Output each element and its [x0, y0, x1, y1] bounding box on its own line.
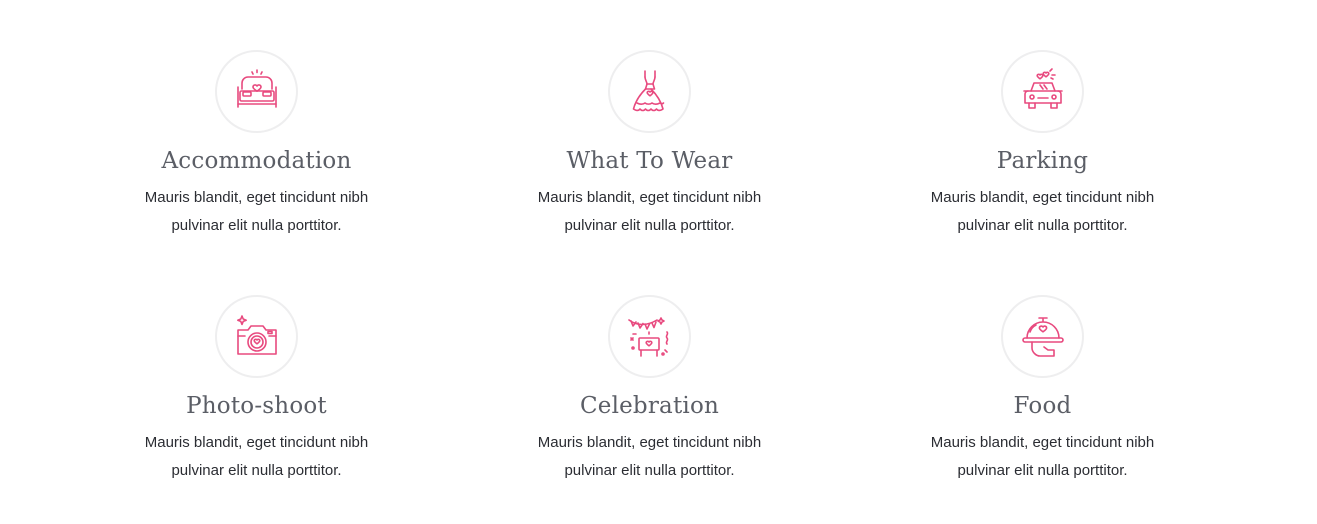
icon-circle: [1001, 50, 1084, 133]
icon-circle: [608, 50, 691, 133]
feature-description: Mauris blandit, eget tincidunt nibh pulv…: [930, 434, 1155, 479]
car-icon: [1022, 67, 1063, 109]
feature-card-photo-shoot: Photo-shoot Mauris blandit, eget tincidu…: [60, 295, 453, 495]
feature-card-food: Food Mauris blandit, eget tincidunt nibh…: [846, 295, 1239, 495]
feature-card-what-to-wear: What To Wear Mauris blandit, eget tincid…: [453, 50, 846, 295]
feature-title: What To Wear: [566, 148, 733, 174]
feature-title: Photo-shoot: [186, 393, 327, 419]
feature-title: Accommodation: [161, 148, 352, 174]
icon-circle: [1001, 295, 1084, 378]
icon-circle: [215, 50, 298, 133]
food-cloche-icon: [1021, 316, 1064, 357]
feature-card-accommodation: Accommodation Mauris blandit, eget tinci…: [60, 50, 453, 295]
feature-card-celebration: Celebration Mauris blandit, eget tincidu…: [453, 295, 846, 495]
features-grid: Accommodation Mauris blandit, eget tinci…: [60, 50, 1241, 495]
celebration-icon: [627, 316, 668, 357]
feature-title: Parking: [996, 148, 1089, 174]
dress-icon: [632, 69, 664, 111]
feature-description: Mauris blandit, eget tincidunt nibh pulv…: [144, 434, 369, 479]
feature-description: Mauris blandit, eget tincidunt nibh pulv…: [537, 189, 762, 234]
feature-title: Celebration: [579, 393, 720, 419]
feature-description: Mauris blandit, eget tincidunt nibh pulv…: [144, 189, 369, 234]
feature-description: Mauris blandit, eget tincidunt nibh pulv…: [930, 189, 1155, 234]
feature-description: Mauris blandit, eget tincidunt nibh pulv…: [537, 434, 762, 479]
feature-card-parking: Parking Mauris blandit, eget tincidunt n…: [846, 50, 1239, 295]
bed-icon: [236, 68, 277, 108]
icon-circle: [215, 295, 298, 378]
camera-icon: [236, 314, 277, 355]
feature-title: Food: [1013, 393, 1072, 419]
icon-circle: [608, 295, 691, 378]
